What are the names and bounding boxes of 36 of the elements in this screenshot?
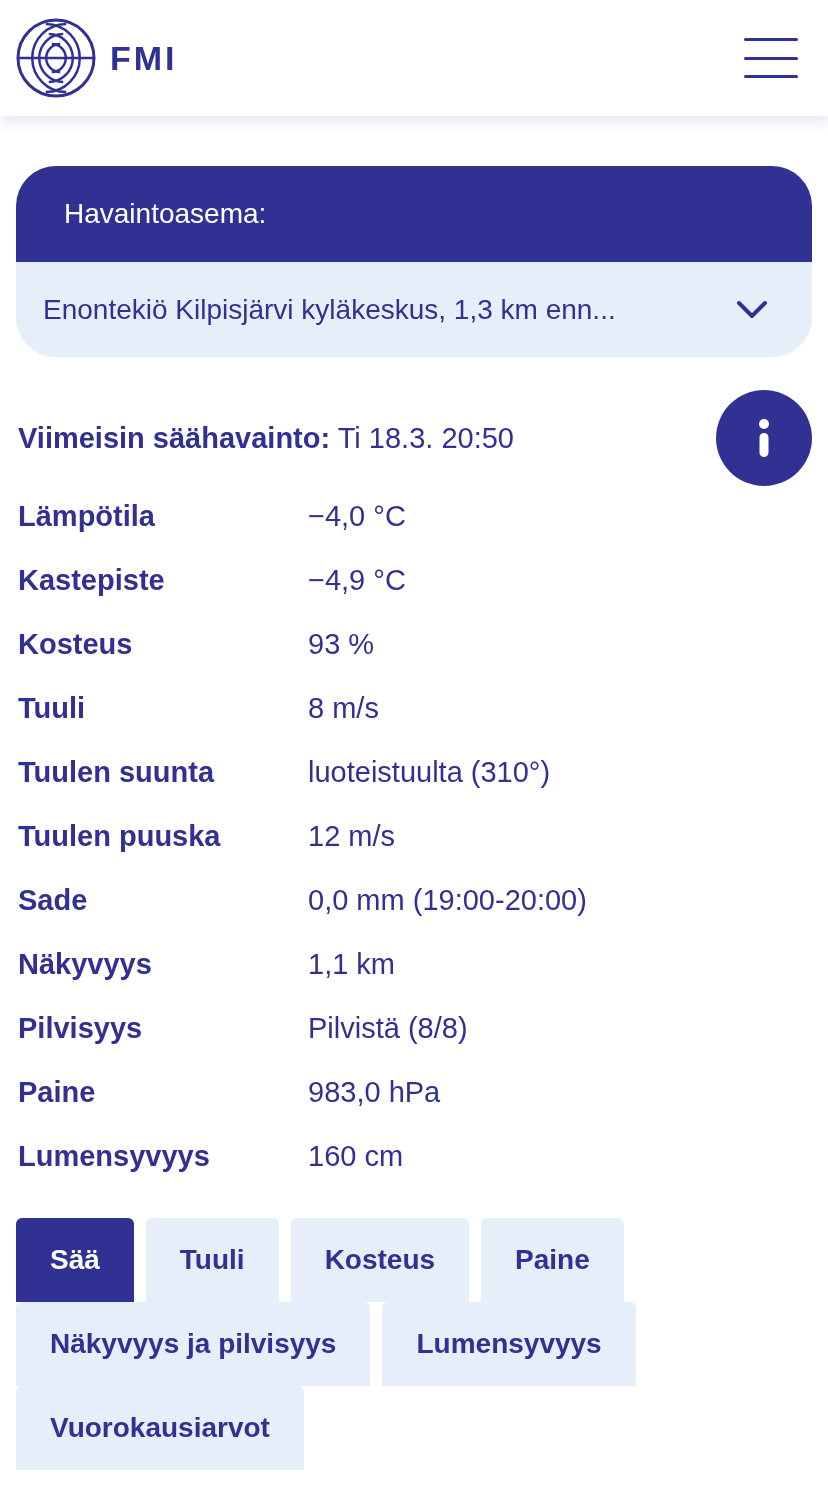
row-value: luoteistuulta (310°) (308, 755, 552, 789)
row-value: −4,0 °C (308, 499, 407, 533)
tab[interactable]: Kosteus (290, 1218, 470, 1302)
row-label: Sade (18, 883, 89, 917)
row-value: 983,0 hPa (308, 1075, 442, 1109)
menu-button[interactable] (744, 38, 798, 78)
row-label: Näkyvyys (18, 947, 153, 981)
row-value: 1,1 km (308, 947, 397, 981)
tab[interactable]: Paine (481, 1218, 624, 1302)
row-label: Kosteus (18, 627, 134, 661)
logo-text: FMI (110, 38, 178, 78)
row-label: Kastepiste (18, 563, 166, 597)
info-icon (758, 419, 770, 457)
row-value: 93 % (308, 627, 376, 661)
station-label: Havaintoasema: (16, 166, 812, 262)
observation-time: Viimeisin säähavainto: Ti 18.3. 20:50 (18, 421, 514, 455)
tab[interactable]: Vuorokausiarvot (16, 1386, 304, 1470)
row-label: Lumensyvyys (18, 1139, 211, 1173)
row-value: 0,0 mm (19:00-20:00) (308, 883, 588, 917)
row-value: 160 cm (308, 1139, 405, 1173)
chevron-down-icon (736, 299, 768, 320)
tab[interactable]: Lumensyvyys (382, 1302, 636, 1386)
row-label: Paine (18, 1075, 97, 1109)
row-value: −4,9 °C (308, 563, 407, 597)
tab[interactable]: Tuuli (145, 1218, 279, 1302)
row-label: Tuulen puuska (18, 819, 222, 853)
logo-icon (16, 18, 96, 98)
row-label: Lämpötila (18, 499, 156, 533)
row-value: Pilvistä (8/8) (308, 1011, 469, 1045)
row-value: 12 m/s (308, 819, 397, 853)
row-label: Pilvisyys (18, 1011, 144, 1045)
tab[interactable]: Näkyvyys ja pilvisyys (16, 1302, 371, 1386)
row-label: Tuuli (18, 691, 87, 725)
tab[interactable]: Sää (16, 1218, 134, 1302)
row-value: 8 m/s (308, 691, 380, 725)
row-label: Tuulen suunta (18, 755, 216, 789)
